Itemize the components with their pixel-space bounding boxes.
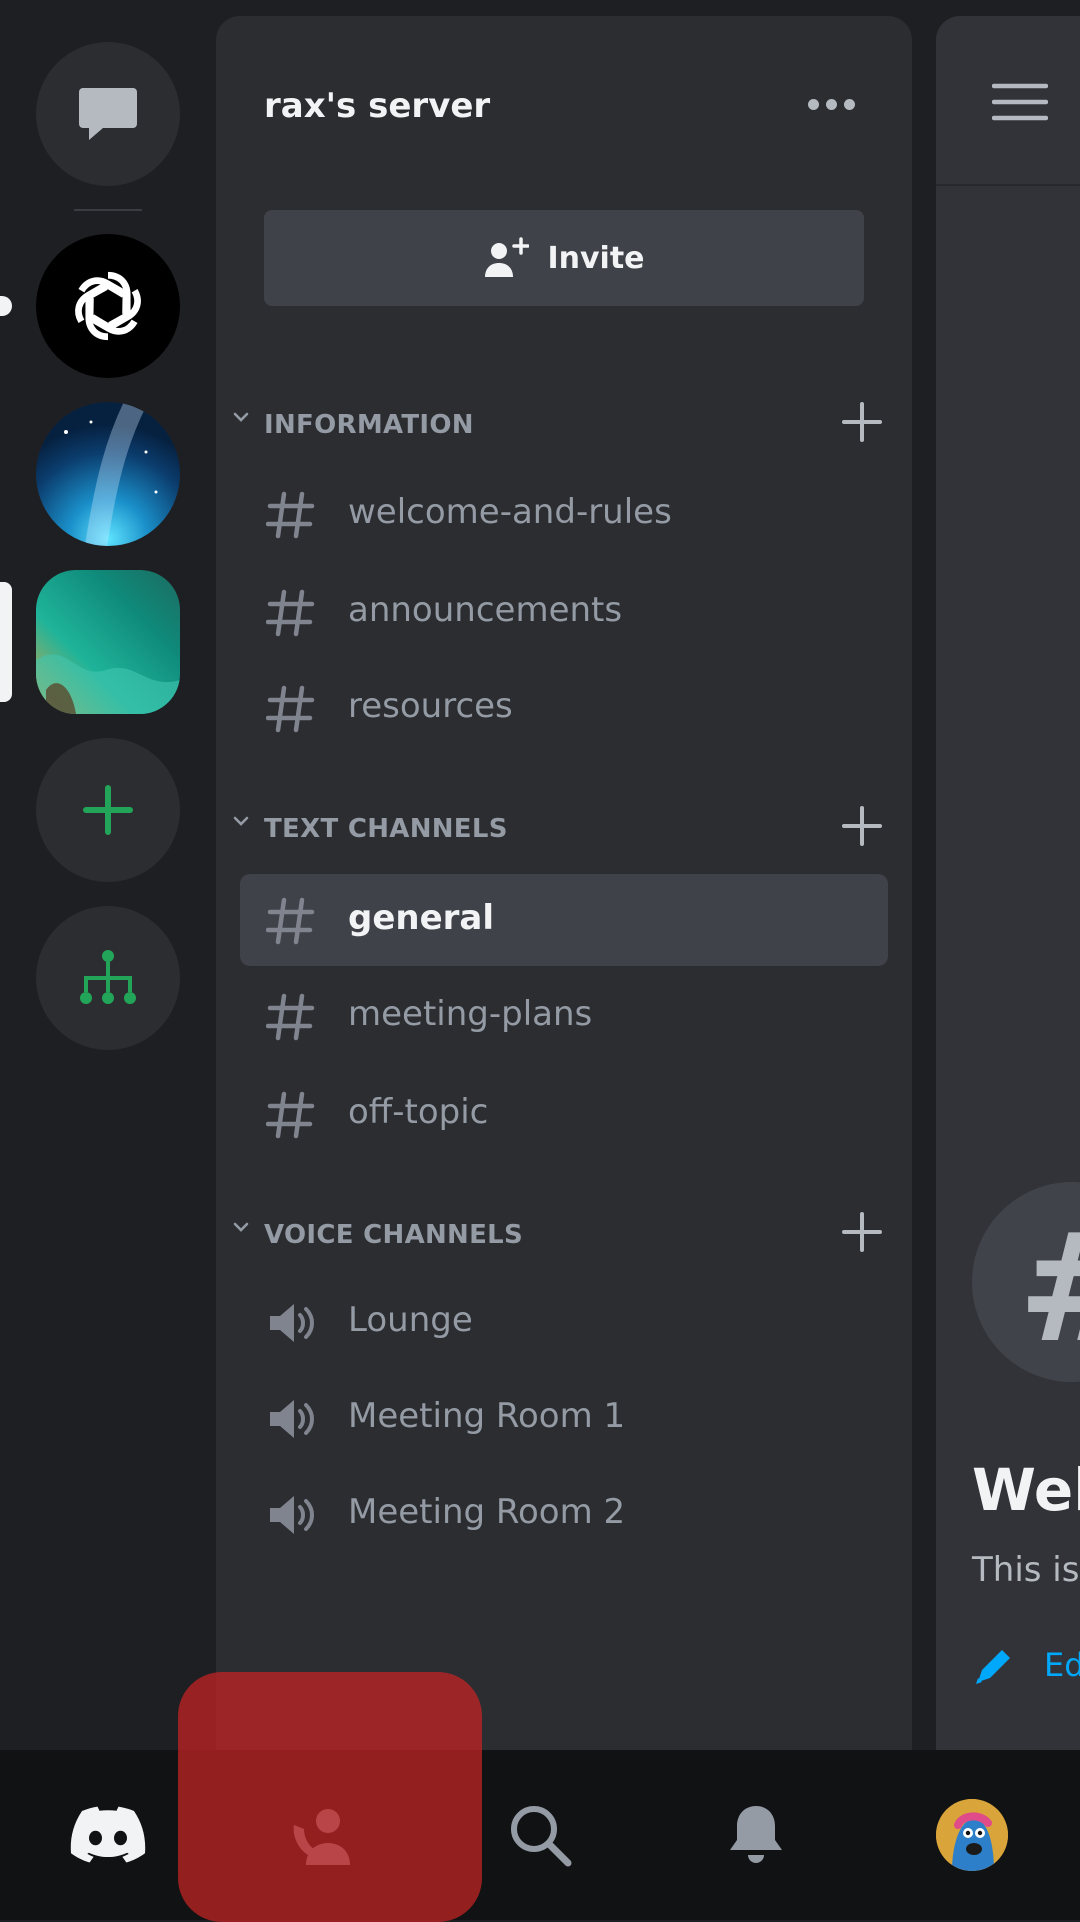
server-galaxy[interactable] (36, 402, 180, 546)
server-name[interactable]: rax's server (264, 86, 490, 126)
category-text-channels[interactable]: TEXT CHANNELS (230, 804, 900, 854)
server-ocean[interactable] (36, 570, 180, 714)
add-channel-icon[interactable] (840, 400, 884, 444)
hashtag-icon (266, 685, 315, 733)
hashtag-icon (266, 897, 315, 945)
invite-label: Invite (547, 240, 645, 276)
server-openai[interactable] (36, 234, 180, 378)
chevron-down-icon (233, 816, 249, 826)
channel-label: off-topic (348, 1092, 489, 1132)
channel-label: general (348, 898, 495, 938)
avatar-character-icon (936, 1799, 1008, 1871)
chevron-down-icon (233, 1222, 249, 1232)
tap-highlight-overlay (178, 1672, 482, 1922)
category-label: INFORMATION (264, 410, 474, 440)
channel-label: Meeting Room 1 (348, 1396, 626, 1436)
channel-label: Lounge (348, 1300, 473, 1340)
discover-hubs-button[interactable] (36, 906, 180, 1050)
channel-welcome-and-rules[interactable]: welcome-and-rules (240, 468, 888, 560)
more-dot-icon (843, 98, 855, 110)
voice-channel-meeting-room-2[interactable]: Meeting Room 2 (240, 1468, 888, 1560)
chat-header (936, 16, 1080, 186)
channel-label: meeting-plans (348, 994, 593, 1034)
selected-server-indicator (0, 582, 12, 702)
add-server-button[interactable] (36, 738, 180, 882)
more-dot-icon (825, 98, 837, 110)
category-label: TEXT CHANNELS (264, 814, 508, 844)
server-options-button[interactable] (796, 84, 866, 124)
chevron-down-icon (233, 412, 249, 422)
channel-meeting-plans[interactable]: meeting-plans (240, 970, 888, 1062)
category-voice-channels[interactable]: VOICE CHANNELS (230, 1210, 900, 1260)
hashtag-icon (266, 491, 315, 539)
speaker-icon (270, 1496, 314, 1534)
user-avatar (936, 1799, 1008, 1871)
discover-hubs-icon (80, 950, 136, 1004)
galaxy-server-icon (36, 402, 180, 546)
chat-panel-peek[interactable]: # Welc This is Ed (936, 16, 1080, 1750)
category-information[interactable]: INFORMATION (230, 400, 900, 450)
speaker-icon (270, 1400, 314, 1438)
channel-off-topic[interactable]: off-topic (240, 1068, 888, 1160)
voice-channel-meeting-room-1[interactable]: Meeting Room 1 (240, 1372, 888, 1464)
channel-label: announcements (348, 590, 623, 630)
server-rail (0, 0, 216, 1750)
channel-label: Meeting Room 2 (348, 1492, 626, 1532)
channel-announcements[interactable]: announcements (240, 566, 888, 658)
speaker-icon (270, 1304, 314, 1342)
channel-resources[interactable]: resources (240, 662, 888, 754)
add-user-icon (485, 237, 530, 277)
channel-label: resources (348, 686, 513, 726)
bottom-navigation (0, 1750, 1080, 1920)
hashtag-icon (266, 1091, 315, 1139)
hamburger-menu-icon[interactable] (992, 82, 1048, 122)
hashtag-icon (266, 993, 315, 1041)
unread-indicator (0, 296, 12, 316)
more-dot-icon (807, 98, 819, 110)
channel-general[interactable]: general (240, 874, 888, 966)
add-server-icon (83, 785, 133, 835)
ocean-server-icon (36, 570, 180, 714)
nav-notifications[interactable] (648, 1750, 864, 1920)
direct-messages-icon (79, 88, 137, 140)
notifications-bell-icon (730, 1806, 782, 1863)
channel-label: welcome-and-rules (348, 492, 672, 532)
voice-channel-lounge[interactable]: Lounge (240, 1276, 888, 1368)
discord-home-icon (70, 1806, 146, 1863)
openai-server-icon (60, 258, 156, 354)
add-channel-icon[interactable] (840, 804, 884, 848)
category-label: VOICE CHANNELS (264, 1220, 524, 1250)
direct-messages-button[interactable] (36, 42, 180, 186)
search-icon (511, 1806, 572, 1867)
edit-channel-link[interactable]: Ed (1044, 1646, 1080, 1684)
welcome-subtitle: This is (972, 1550, 1080, 1590)
add-channel-icon[interactable] (840, 1210, 884, 1254)
pencil-icon[interactable] (972, 1644, 1016, 1688)
rail-separator (74, 209, 142, 211)
invite-button[interactable]: Invite (264, 210, 864, 306)
nav-profile[interactable] (864, 1750, 1080, 1920)
hashtag-icon (266, 589, 315, 637)
channel-panel: rax's server Invite INFORMATION welcome-… (216, 16, 912, 1750)
welcome-title: Welc (972, 1456, 1080, 1524)
hashtag-icon: # (1018, 1214, 1080, 1364)
